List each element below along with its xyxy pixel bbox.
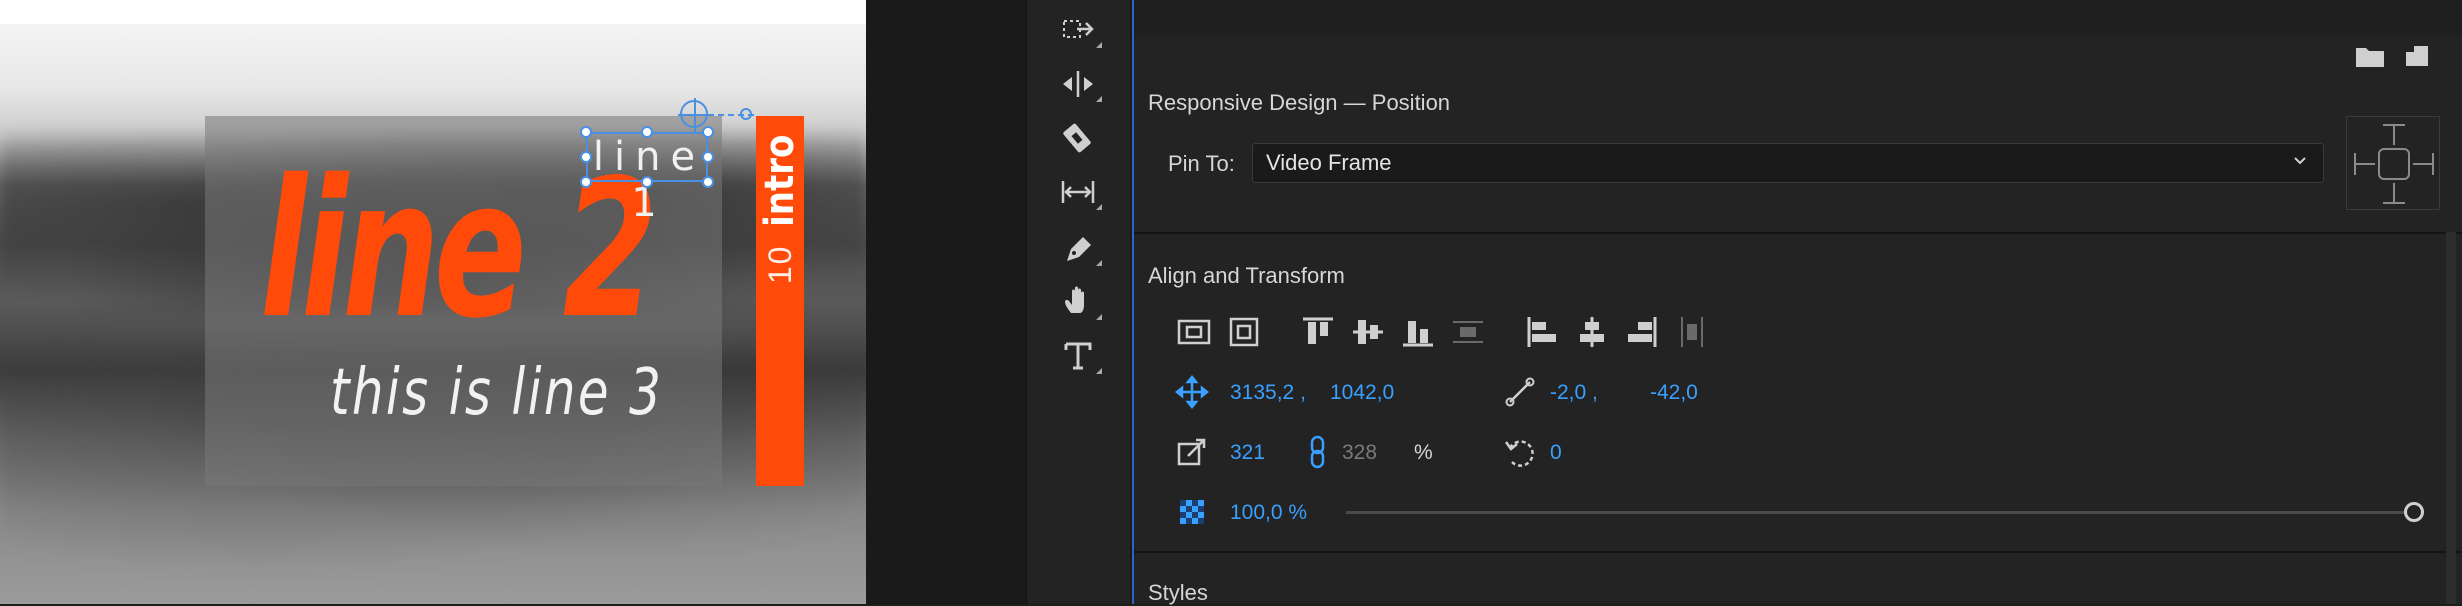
rotation-value[interactable]: 0	[1550, 441, 1562, 465]
ripple-edit-icon	[1063, 71, 1093, 97]
pin-to-label: Pin To:	[1168, 151, 1235, 176]
pen-tool[interactable]	[1052, 226, 1104, 270]
align-vertical-center-icon	[1353, 320, 1383, 344]
type-tool[interactable]	[1052, 334, 1104, 378]
align-to-frame-button[interactable]	[1224, 312, 1264, 352]
position-x-value[interactable]: 3135,2 ,	[1230, 381, 1306, 405]
slip-icon	[1061, 181, 1095, 203]
align-to-frame-icon	[1229, 317, 1259, 347]
align-top-button[interactable]	[1298, 312, 1338, 352]
anchor-x-value[interactable]: -2,0 ,	[1550, 381, 1598, 405]
align-right-icon	[1628, 317, 1657, 347]
scale-width-value[interactable]: 321	[1230, 441, 1265, 465]
resize-handle-top-left[interactable]	[580, 126, 592, 138]
hand-icon	[1065, 286, 1084, 313]
section-divider	[1134, 232, 2462, 234]
scale-height-value: 328	[1342, 441, 1378, 464]
chevron-down-icon	[2294, 157, 2306, 165]
opacity-slider-knob[interactable]	[2404, 502, 2424, 522]
program-monitor[interactable]: line 2 this is line 3 line 1 10 intro	[0, 0, 866, 604]
scale-unit: %	[1414, 441, 1433, 464]
align-right-button[interactable]	[1622, 312, 1662, 352]
track-select-forward-tool[interactable]	[1052, 8, 1104, 52]
type-icon	[1064, 342, 1092, 370]
pin-edges-widget[interactable]	[2346, 116, 2440, 210]
align-horizontal-center-button[interactable]	[1572, 312, 1612, 352]
intro-word: intro	[757, 134, 803, 227]
align-left-icon	[1527, 317, 1556, 347]
panel-header-strip	[1134, 0, 2462, 36]
panel-gutter	[866, 0, 1026, 604]
opacity-value[interactable]: 100,0 %	[1230, 501, 1307, 525]
new-folder-button[interactable]	[2352, 38, 2388, 74]
new-folder-icon	[2356, 48, 2384, 67]
distribute-horizontal-icon	[1681, 317, 1703, 347]
ripple-edit-tool[interactable]	[1052, 62, 1104, 106]
new-item-icon	[2406, 44, 2428, 66]
responsive-design-heading: Responsive Design — Position	[1148, 90, 1451, 115]
align-transform-heading: Align and Transform	[1148, 263, 1345, 288]
align-to-selection-icon	[1177, 319, 1211, 345]
align-top-icon	[1303, 317, 1333, 344]
distribute-vertical-icon	[1453, 321, 1483, 343]
track-select-forward-icon	[1063, 20, 1094, 38]
resize-handle-bottom-left[interactable]	[580, 176, 592, 188]
resize-handle-top[interactable]	[641, 126, 653, 138]
resize-handle-top-right[interactable]	[702, 126, 714, 138]
rotation-icon	[1502, 434, 1538, 470]
frame-top-strip	[0, 0, 866, 24]
anchor-point-icon	[1502, 374, 1538, 410]
styles-heading: Styles	[1148, 580, 1208, 605]
anchor-y-value[interactable]: -42,0	[1650, 381, 1698, 405]
align-left-button[interactable]	[1522, 312, 1562, 352]
hand-tool[interactable]	[1052, 280, 1104, 324]
pin-edges-icon	[2354, 124, 2434, 204]
intro-number: 10	[761, 244, 798, 285]
anchor-point-icon[interactable]	[678, 98, 712, 132]
position-y-value[interactable]: 1042,0	[1330, 381, 1394, 405]
link-icon	[1310, 435, 1325, 469]
pin-to-value: Video Frame	[1266, 150, 1392, 175]
panel-scrollbar[interactable]	[2446, 232, 2456, 604]
align-horizontal-center-icon	[1580, 317, 1604, 347]
intro-vertical-label: 10 intro	[752, 126, 808, 492]
pen-icon	[1067, 237, 1091, 261]
align-vertical-center-button[interactable]	[1348, 312, 1388, 352]
anchor-target-icon	[740, 108, 752, 120]
distribute-horizontal-button[interactable]	[1672, 312, 1712, 352]
scale-icon	[1174, 434, 1210, 470]
align-bottom-icon	[1403, 321, 1433, 347]
link-toggle-button[interactable]	[1300, 434, 1336, 470]
pin-to-dropdown[interactable]	[1252, 143, 2324, 183]
distribute-vertical-button[interactable]	[1448, 312, 1488, 352]
razor-tool[interactable]	[1052, 116, 1104, 160]
graphic-line-3[interactable]: this is line 3	[330, 358, 663, 428]
razor-icon	[1063, 123, 1091, 153]
new-item-button[interactable]	[2400, 38, 2436, 74]
slip-tool[interactable]	[1052, 170, 1104, 214]
resize-handle-bottom[interactable]	[641, 176, 653, 188]
resize-handle-right[interactable]	[702, 151, 714, 163]
align-to-selection-button[interactable]	[1174, 312, 1214, 352]
resize-handle-left[interactable]	[580, 151, 592, 163]
opacity-slider-track[interactable]	[1346, 511, 2422, 514]
opacity-icon	[1174, 494, 1210, 530]
selection-bounding-box[interactable]	[586, 132, 708, 182]
resize-handle-bottom-right[interactable]	[702, 176, 714, 188]
align-bottom-button[interactable]	[1398, 312, 1438, 352]
position-icon	[1174, 374, 1210, 410]
section-divider	[1134, 551, 2462, 553]
